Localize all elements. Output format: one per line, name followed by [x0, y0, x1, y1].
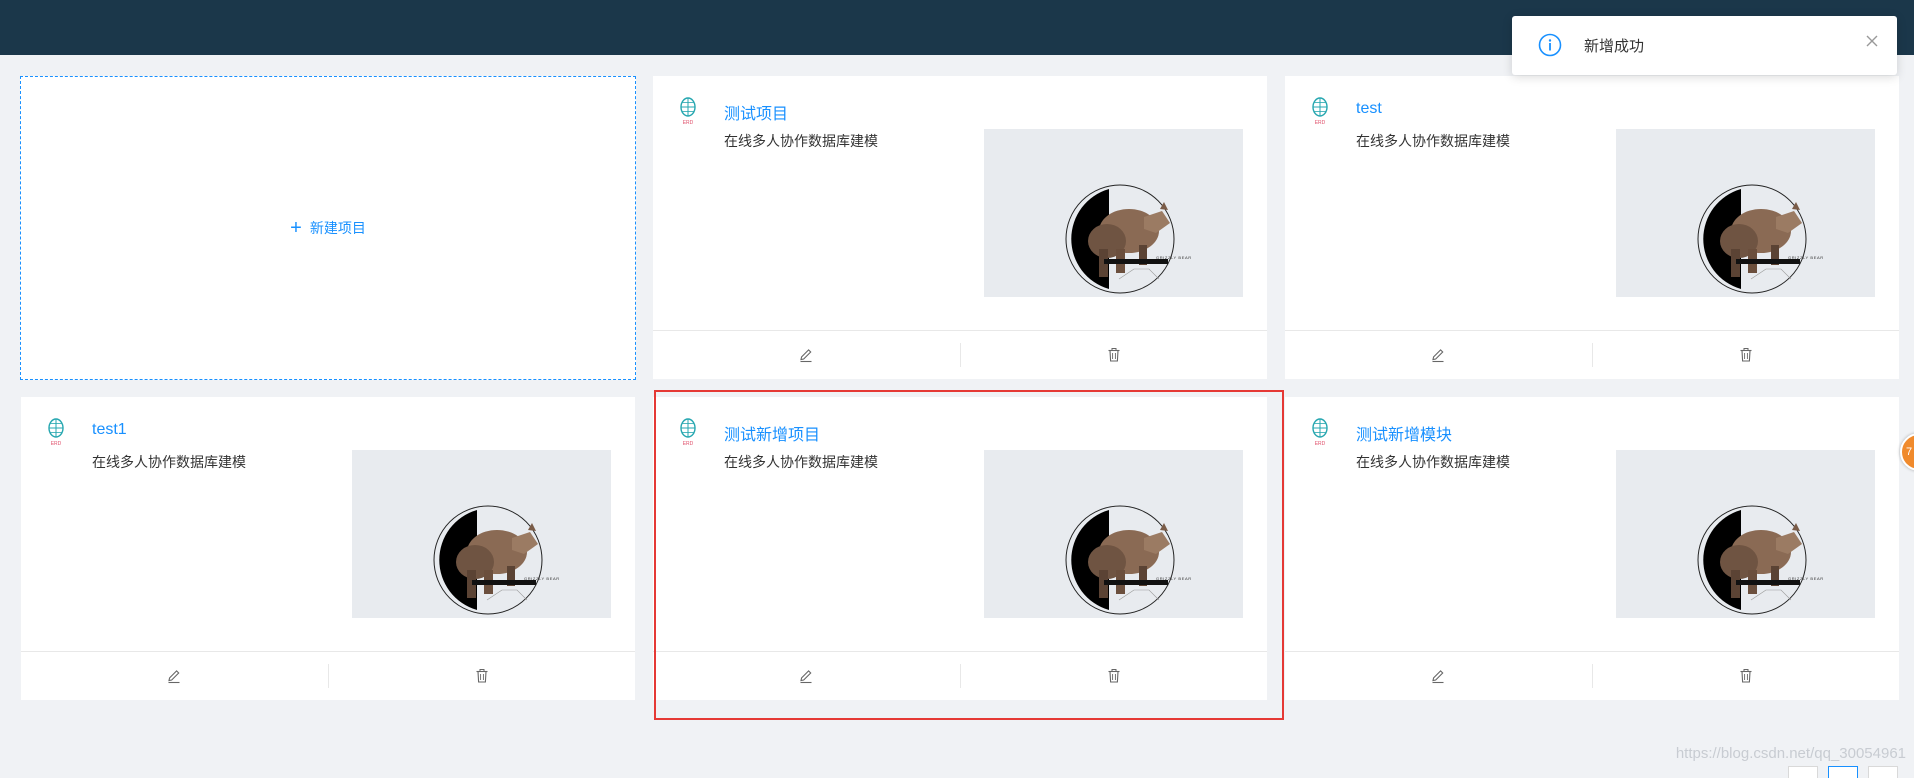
grizzly-bear-illustration: GRIZZLY BEAR [1697, 184, 1824, 294]
logo-text: ERD [1315, 441, 1326, 447]
new-project-label: 新建项目 [309, 220, 366, 236]
project-card[interactable]: ERD 测试新增项目在线多人协作数据库建模 GRIZZLY BEAR [653, 397, 1267, 700]
project-description: 在线多人协作数据库建模 [1356, 133, 1510, 149]
card-actions [653, 651, 1267, 700]
erd-logo-icon: ERD [1312, 97, 1328, 126]
new-project-card[interactable]: + 新建项目 [20, 76, 636, 380]
image-caption: GRIZZLY BEAR [1788, 576, 1824, 581]
erd-logo-icon: ERD [1312, 418, 1328, 447]
erd-logo-icon: ERD [48, 418, 64, 447]
image-caption: GRIZZLY BEAR [1156, 576, 1192, 581]
grizzly-bear-illustration: GRIZZLY BEAR [1065, 184, 1192, 294]
grizzly-bear-illustration: GRIZZLY BEAR [1065, 505, 1192, 615]
image-caption: GRIZZLY BEAR [1156, 255, 1192, 260]
project-title[interactable]: test [1356, 100, 1382, 118]
edit-icon [168, 670, 180, 684]
project-description: 在线多人协作数据库建模 [724, 454, 878, 470]
delete-icon [1740, 669, 1752, 683]
delete-button[interactable] [961, 652, 1268, 700]
logo-text: ERD [683, 441, 694, 447]
plus-icon: + [290, 217, 302, 239]
floating-badge[interactable]: 7 [1900, 433, 1914, 471]
project-title[interactable]: 测试新增模块 [1356, 421, 1452, 445]
logo-text: ERD [683, 120, 694, 126]
project-card[interactable]: ERD 测试项目在线多人协作数据库建模 GRIZZLY BEAR [653, 76, 1267, 379]
logo-text: ERD [1315, 120, 1326, 126]
edit-button[interactable] [653, 331, 960, 379]
card-actions [653, 330, 1267, 379]
edit-icon [1432, 349, 1444, 363]
erd-logo-icon: ERD [680, 97, 696, 126]
edit-icon [800, 349, 812, 363]
project-title[interactable]: test1 [92, 421, 127, 439]
delete-icon [1108, 669, 1120, 683]
card-actions [1285, 330, 1899, 379]
delete-icon [476, 669, 488, 683]
edit-icon [1432, 670, 1444, 684]
project-cover-image: GRIZZLY BEAR [984, 129, 1243, 297]
project-cover-image: GRIZZLY BEAR [1616, 450, 1875, 618]
close-icon[interactable] [1865, 34, 1879, 48]
erd-logo-icon: ERD [680, 418, 696, 447]
delete-button[interactable] [329, 652, 636, 700]
project-card[interactable]: ERD test1 在线多人协作数据库建模 GRIZZLY BEAR [21, 397, 635, 700]
card-actions [1285, 651, 1899, 700]
grizzly-bear-illustration: GRIZZLY BEAR [433, 505, 560, 615]
delete-button[interactable] [961, 331, 1268, 379]
edit-button[interactable] [653, 652, 960, 700]
pagination-button[interactable] [1788, 766, 1818, 778]
success-toast: 新增成功 [1512, 16, 1897, 75]
project-description: 在线多人协作数据库建模 [1356, 454, 1510, 470]
delete-icon [1740, 348, 1752, 362]
edit-button[interactable] [1285, 652, 1592, 700]
edit-button[interactable] [1285, 331, 1592, 379]
delete-button[interactable] [1593, 331, 1900, 379]
project-description: 在线多人协作数据库建模 [92, 454, 246, 470]
pagination-button-active[interactable] [1828, 766, 1858, 778]
watermark: https://blog.csdn.net/qq_30054961 [1675, 745, 1906, 762]
info-circle-icon [1538, 33, 1562, 57]
project-cover-image: GRIZZLY BEAR [984, 450, 1243, 618]
edit-icon [800, 670, 812, 684]
project-description: 在线多人协作数据库建模 [724, 133, 878, 149]
pagination-button[interactable] [1868, 766, 1898, 778]
delete-icon [1108, 348, 1120, 362]
project-cover-image: GRIZZLY BEAR [1616, 129, 1875, 297]
project-cover-image: GRIZZLY BEAR [352, 450, 611, 618]
edit-button[interactable] [21, 652, 328, 700]
project-title[interactable]: 测试项目 [724, 100, 788, 124]
project-card[interactable]: ERD 测试新增模块在线多人协作数据库建模 GRIZZLY BEAR [1285, 397, 1899, 700]
project-card[interactable]: ERD test 在线多人协作数据库建模 GRIZZLY BEAR [1285, 76, 1899, 379]
card-actions [21, 651, 635, 700]
project-title[interactable]: 测试新增项目 [724, 421, 820, 445]
image-caption: GRIZZLY BEAR [1788, 255, 1824, 260]
image-caption: GRIZZLY BEAR [524, 576, 560, 581]
logo-text: ERD [51, 441, 62, 447]
delete-button[interactable] [1593, 652, 1900, 700]
grizzly-bear-illustration: GRIZZLY BEAR [1697, 505, 1824, 615]
toast-message: 新增成功 [1584, 38, 1645, 55]
